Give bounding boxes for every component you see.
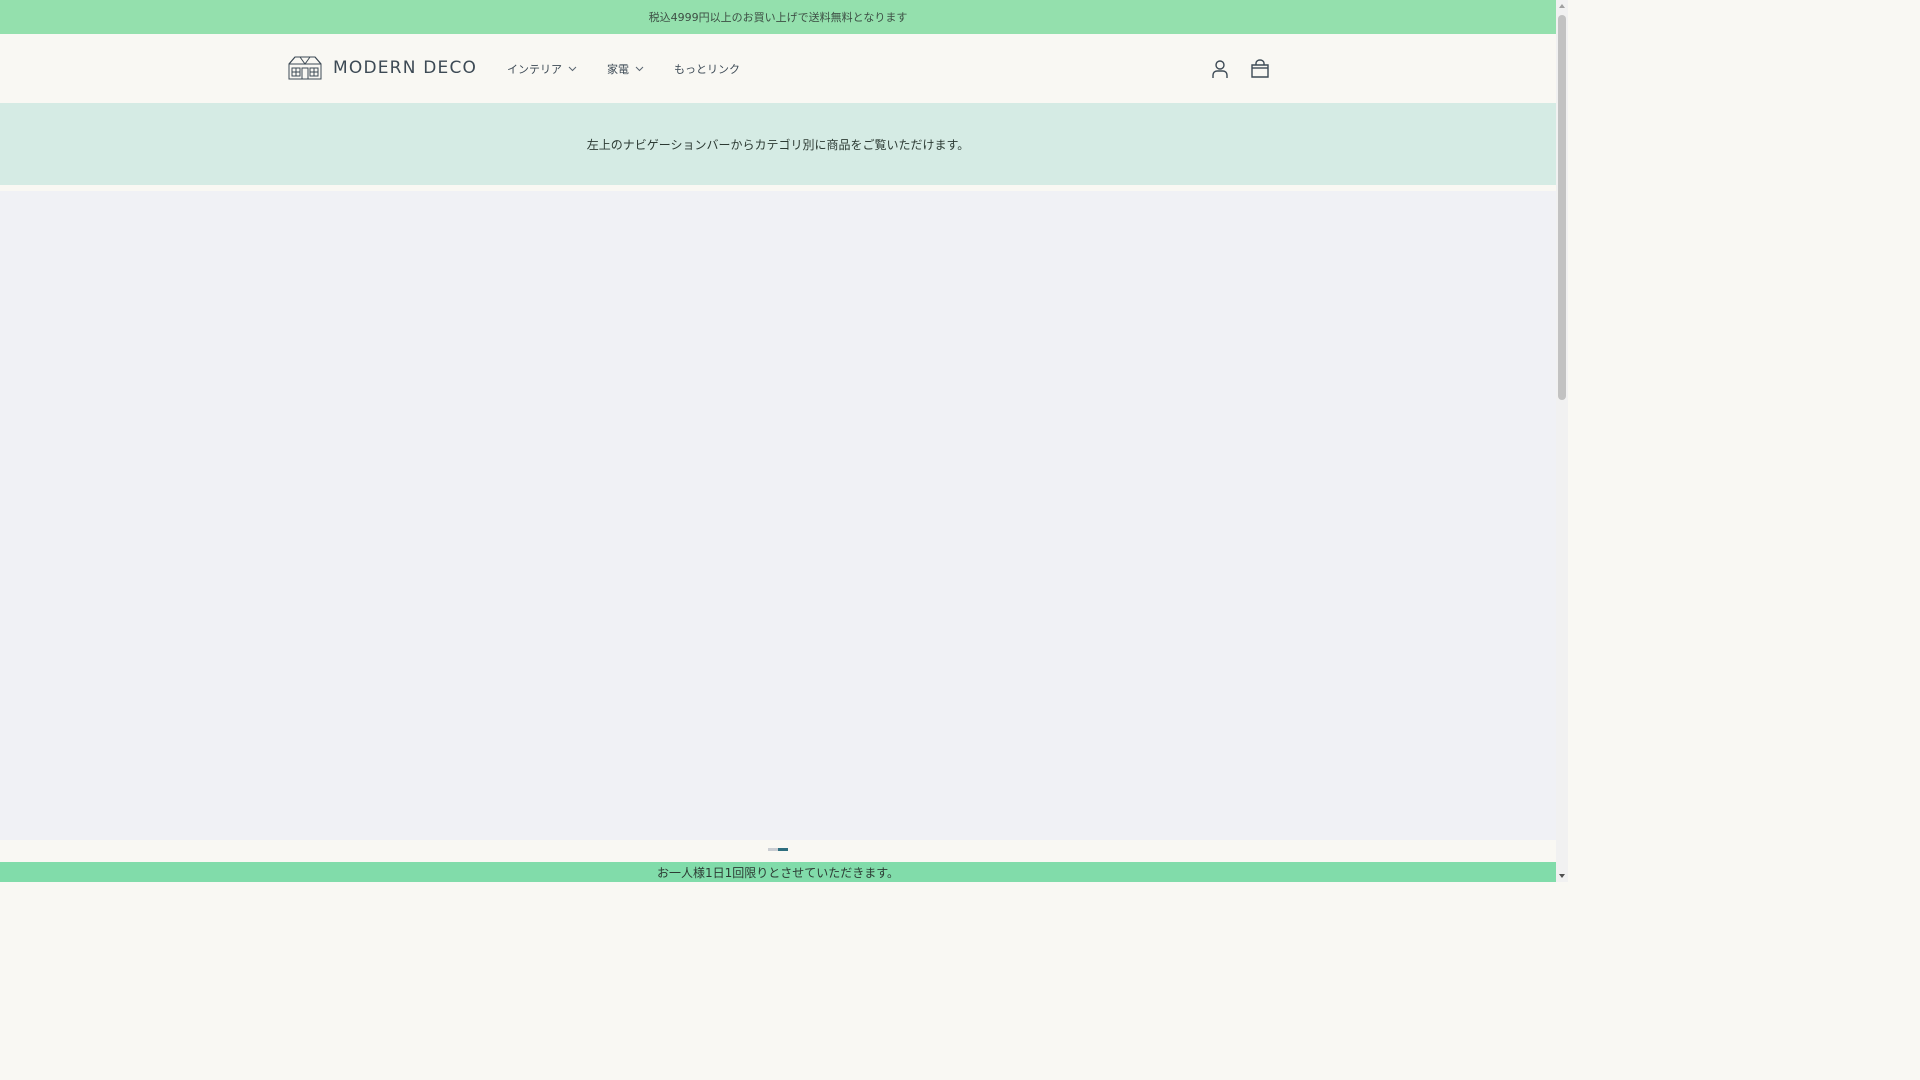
announcement-bar: 税込4999円以上のお買い上げで送料無料となります	[0, 0, 1556, 34]
info-banner-text: 左上のナビゲーションバーからカテゴリ別に商品をご覧いただけます。	[586, 137, 970, 152]
site-header: MODERN DECO インテリア 家電 もっとリンク	[0, 34, 1556, 103]
nav-item-label: インテリア	[507, 63, 562, 76]
chevron-down-icon	[568, 66, 577, 72]
slideshow-pagination	[768, 848, 788, 851]
scrollbar-thumb[interactable]	[1558, 15, 1566, 400]
announcement-text: 税込4999円以上のお買い上げで送料無料となります	[648, 11, 908, 24]
page-scrollbar[interactable]	[1556, 0, 1568, 882]
slide-dot-2[interactable]	[778, 848, 788, 851]
bottom-notice-text: お一人様1日1回限りとさせていただきます。	[656, 865, 900, 880]
logo-text: MODERN DECO	[333, 58, 478, 78]
nav-item-label: もっとリンク	[674, 63, 740, 76]
bottom-notice-bar: お一人様1日1回限りとさせていただきます。	[0, 862, 1556, 882]
chevron-down-icon	[635, 66, 644, 72]
logo-house-icon	[288, 56, 322, 80]
header-actions	[1210, 58, 1270, 80]
account-icon[interactable]	[1210, 59, 1230, 79]
slide-dot-1[interactable]	[768, 848, 778, 851]
nav-item-interior[interactable]: インテリア	[507, 61, 577, 77]
nav-item-label: 家電	[607, 63, 629, 76]
nav-item-more-links[interactable]: もっとリンク	[674, 61, 740, 77]
nav-item-appliances[interactable]: 家電	[607, 61, 644, 77]
scroll-up-arrow-icon[interactable]	[1559, 4, 1565, 8]
hero-slideshow[interactable]	[0, 191, 1556, 840]
site-logo[interactable]: MODERN DECO	[288, 56, 477, 80]
cart-icon[interactable]	[1250, 59, 1270, 79]
info-banner: 左上のナビゲーションバーからカテゴリ別に商品をご覧いただけます。	[0, 103, 1556, 185]
scroll-down-arrow-icon[interactable]	[1559, 874, 1565, 878]
main-nav: インテリア 家電 もっとリンク	[507, 60, 770, 78]
